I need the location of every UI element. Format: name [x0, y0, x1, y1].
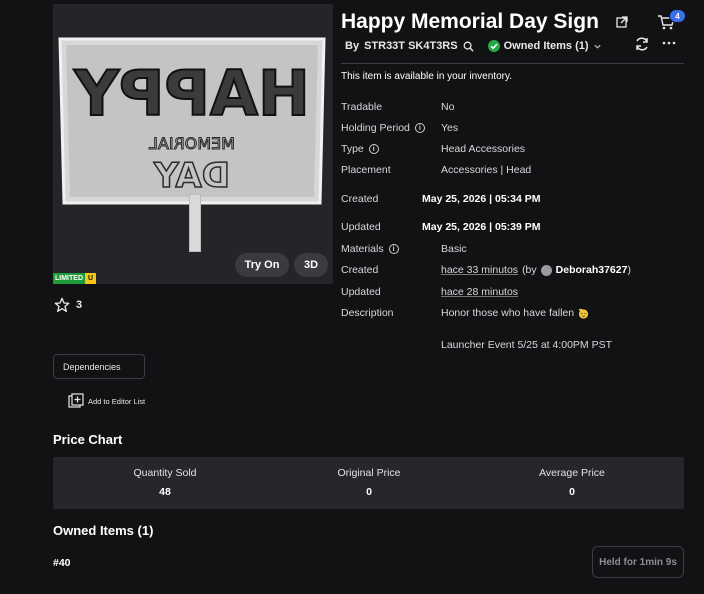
refresh-icon[interactable] [634, 36, 650, 52]
held-status-button[interactable]: Held for 1min 9s [592, 546, 684, 578]
stat-value: 0 [569, 486, 575, 498]
item-thumbnail: HAPPY MEMORIAL DAY Try On 3D LIMITED U [53, 4, 333, 284]
creator-by-text: By [345, 40, 360, 52]
avatar [540, 264, 552, 276]
limited-label: LIMITED [53, 273, 85, 284]
detail-label: Type [341, 143, 364, 155]
updated-relative-time[interactable]: hace 28 minutos [441, 286, 518, 298]
sign-small-text-2: DAY [154, 156, 230, 196]
add-to-list-icon [68, 393, 84, 408]
check-circle-icon [487, 40, 500, 52]
favorite-count: 3 [76, 299, 83, 311]
detail-value: Yes [441, 122, 459, 134]
detail-label-wrap: Materials i [341, 243, 399, 255]
creator-line: By STR33T SK4T3RS Owned Items (1) [345, 40, 602, 52]
detail-label: Placement [341, 164, 391, 176]
availability-notice: This item is available in your inventory… [341, 71, 512, 82]
cart-count-badge: 4 [669, 9, 686, 23]
detail-value-wrap: Honor those who have fallen [441, 307, 589, 319]
detail-value: Head Accessories [441, 143, 526, 155]
memorial-day-sign-image: HAPPY MEMORIAL DAY [58, 37, 326, 205]
stat-value: 48 [159, 486, 171, 498]
created-by-suffix: ) [627, 264, 631, 276]
creator-name[interactable]: STR33T SK4T3RS [364, 40, 458, 52]
detail-label: Updated [341, 221, 381, 233]
detail-value: May 25, 2026 | 05:39 PM [422, 221, 541, 233]
stat-header: Average Price [539, 467, 605, 479]
owned-item-serial: #40 [53, 557, 71, 569]
created-relative-time[interactable]: hace 33 minutos [441, 264, 518, 276]
detail-label: Created [341, 193, 379, 205]
detail-label: Materials [341, 243, 384, 255]
detail-label-wrap: Type i [341, 143, 379, 155]
info-icon[interactable]: i [414, 123, 425, 133]
detail-value: Accessories | Head [441, 164, 532, 176]
detail-label: Holding Period [341, 122, 410, 134]
info-icon[interactable]: i [368, 144, 379, 154]
star-icon[interactable] [54, 297, 70, 313]
header-divider [341, 63, 684, 64]
more-options-icon[interactable] [662, 40, 676, 46]
stat-header: Quantity Sold [133, 467, 197, 479]
info-icon[interactable]: i [388, 244, 399, 254]
favorite-control[interactable]: 3 [54, 297, 82, 313]
dependencies-button[interactable]: Dependencies [53, 354, 145, 379]
try-on-button[interactable]: Try On [235, 253, 289, 277]
description-text-line2: Launcher Event 5/25 at 4:00PM PST [441, 339, 613, 351]
created-by-prefix: (by [522, 264, 537, 276]
detail-label: Description [341, 307, 394, 319]
sign-big-text: HAPPY [73, 57, 310, 130]
sign-small-text-1: MEMORIAL [149, 134, 235, 153]
limited-badge: LIMITED U [53, 273, 97, 284]
owned-items-title: Owned Items (1) [53, 523, 154, 538]
add-to-editor-list-label: Add to Editor List [88, 396, 146, 406]
detail-value: No [441, 101, 455, 113]
owned-items-dropdown[interactable]: Owned Items (1) [487, 40, 602, 52]
detail-label: Updated [341, 286, 381, 298]
detail-label: Tradable [341, 101, 383, 113]
detail-label-wrap: Holding Period i [341, 122, 425, 134]
stat-value: 0 [366, 486, 372, 498]
price-chart-summary: Quantity Sold 48 Original Price 0 Averag… [53, 457, 684, 509]
created-by-user[interactable]: Deborah37627 [556, 264, 628, 276]
price-chart-title: Price Chart [53, 432, 123, 447]
3d-view-button[interactable]: 3D [294, 253, 328, 277]
chevron-down-icon [593, 44, 601, 49]
sign-post [189, 194, 201, 252]
search-icon[interactable] [463, 41, 474, 52]
detail-value-wrap: hace 33 minutos (by Deborah37627) [441, 264, 631, 276]
description-text: Honor those who have fallen [441, 307, 575, 319]
detail-value: May 25, 2026 | 05:34 PM [422, 193, 541, 205]
detail-value: Basic [441, 243, 467, 255]
owned-items-label: Owned Items (1) [503, 40, 589, 52]
add-to-editor-list-button[interactable]: Add to Editor List [68, 393, 145, 409]
stat-header: Original Price [337, 467, 401, 479]
detail-label: Created [341, 264, 379, 276]
limited-u-label: U [85, 273, 97, 284]
external-link-icon[interactable] [616, 16, 628, 28]
salute-emoji-icon [579, 308, 589, 319]
item-title: Happy Memorial Day Sign [341, 10, 599, 33]
